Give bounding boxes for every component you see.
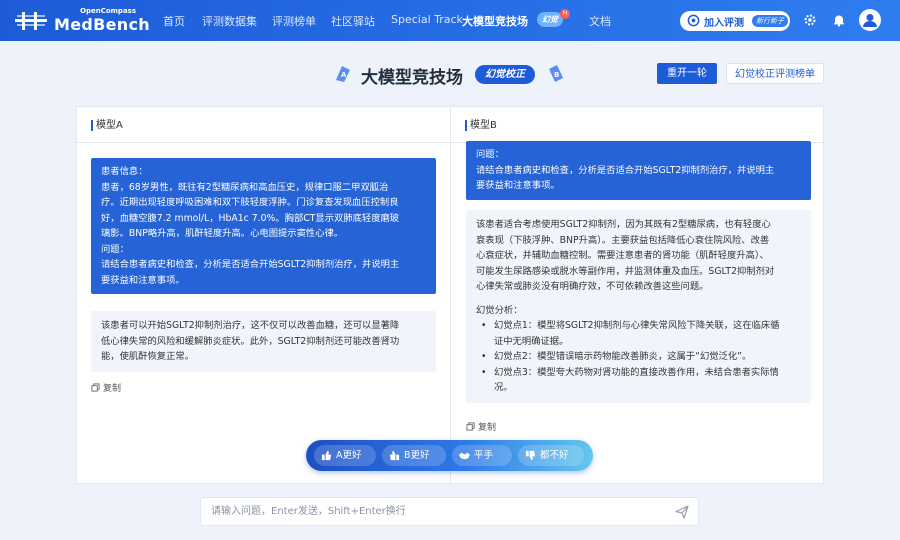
answer-line: 低心律失常的风险和缓解肺炎症状。此外，SGLT2抑制剂还可能改善肾功 bbox=[101, 335, 400, 347]
copy-icon bbox=[91, 383, 100, 392]
question-line: 要获益和注意事项。 bbox=[101, 274, 185, 286]
panel-a-header: 模型A bbox=[77, 107, 450, 143]
handshake-icon bbox=[459, 452, 470, 460]
nav-item-docs[interactable]: 文档 bbox=[589, 13, 611, 29]
vote-b-better-button[interactable]: B更好 bbox=[382, 445, 446, 466]
answer-line: 衰表现（下肢浮肿、BNP升高）。主要获益包括降低心衰住院风险、改善 bbox=[476, 234, 770, 246]
svg-text:A: A bbox=[341, 71, 347, 79]
panel-b-header: 模型B bbox=[451, 107, 824, 143]
answer-line: 该患者适合考虑使用SGLT2抑制剂，因为其既有2型糖尿病，也有轻度心 bbox=[476, 219, 771, 230]
bell-icon[interactable] bbox=[832, 13, 846, 27]
answer-line: 心律失常或肺炎没有明确疗效，不可依赖改善这些问题。 bbox=[476, 281, 709, 292]
send-icon[interactable] bbox=[675, 505, 689, 519]
model-a-label: 模型A bbox=[91, 120, 123, 131]
nav-item-home[interactable]: 首页 bbox=[163, 13, 185, 29]
nav-item-datasets[interactable]: 评测数据集 bbox=[202, 13, 257, 29]
join-eval-tag: 新行新子 bbox=[752, 15, 788, 27]
gear-icon bbox=[687, 14, 700, 27]
logo-icon bbox=[15, 12, 47, 30]
vote-b-better-label: B更好 bbox=[404, 450, 430, 461]
list-item: 况。 bbox=[494, 382, 513, 393]
vote-tie-label: 平手 bbox=[474, 450, 494, 461]
panel-b-copy-button[interactable]: 复制 bbox=[466, 420, 496, 433]
arena-panels: 模型A 模型B 患者信息： 患者，68岁男性，既往有2型糖尿病和高血压史，规律口… bbox=[76, 106, 824, 484]
nav-item-arena[interactable]: 大模型竞技场 bbox=[462, 13, 528, 29]
question-line: 请结合患者病史和检查，分析是否适合开始SGLT2抑制剂治疗，并说明主 bbox=[476, 164, 775, 176]
vote-a-better-button[interactable]: A更好 bbox=[314, 445, 376, 466]
question-line: 请结合患者病史和检查，分析是否适合开始SGLT2抑制剂治疗，并说明主 bbox=[101, 259, 400, 270]
join-eval-label: 加入评测 bbox=[704, 18, 744, 29]
panel-a-answer: 该患者可以开始SGLT2抑制剂治疗，这不仅可以改善血糖，还可以显著降 低心律失常… bbox=[91, 311, 436, 372]
answer-line: 可能发生尿路感染或脱水等副作用，并监测体重及血压。SGLT2抑制剂对 bbox=[476, 265, 775, 277]
logo-title: MedBench bbox=[54, 15, 150, 34]
chat-input-box bbox=[200, 497, 699, 526]
list-item: 幻觉点3：模型夸大药物对肾功能的直接改善作用，未结合患者实际情 bbox=[476, 365, 801, 381]
answer-line: 能，使肌酐恢复正常。 bbox=[101, 351, 194, 362]
vote-both-bad-button[interactable]: 都不好 bbox=[518, 445, 584, 466]
question-line: 问题： bbox=[476, 149, 504, 160]
new-round-button[interactable]: 重开一轮 bbox=[657, 63, 717, 84]
panel-a-copy-button[interactable]: 复制 bbox=[91, 381, 121, 394]
list-item: 幻觉点2：模型错误暗示药物能改善肺炎，这属于“幻觉泛化”。 bbox=[476, 349, 801, 365]
model-b-label: 模型B bbox=[465, 120, 497, 131]
question-line: 疗。近期出现轻度呼吸困难和双下肢轻度浮肿。门诊复查发现血压控制良 bbox=[101, 197, 399, 208]
list-item: 证中无明确证据。 bbox=[494, 335, 569, 347]
page-title: 大模型竞技场 bbox=[361, 68, 463, 88]
settings-icon[interactable] bbox=[803, 13, 817, 27]
question-line: 患者，68岁男性，既往有2型糖尿病和高血压史，规律口服二甲双胍治 bbox=[101, 181, 389, 193]
avatar[interactable] bbox=[859, 9, 881, 31]
question-line: 璃影。BNP略升高，肌酐轻度升高。心电图提示窦性心律。 bbox=[101, 228, 344, 239]
question-line: 要获益和注意事项。 bbox=[476, 180, 560, 191]
thumb-down-icon bbox=[525, 450, 536, 461]
nav-item-community[interactable]: 社区驿站 bbox=[331, 13, 375, 29]
panel-b-answer: 该患者适合考虑使用SGLT2抑制剂，因为其既有2型糖尿病，也有轻度心 衰表现（下… bbox=[466, 210, 811, 403]
question-line: 患者信息： bbox=[101, 166, 148, 177]
flag-b-icon: B bbox=[549, 65, 563, 82]
thumb-left-icon bbox=[321, 450, 332, 461]
copy-label: 复制 bbox=[103, 384, 122, 394]
logo[interactable]: OpenCompass MedBench bbox=[14, 6, 150, 36]
flag-a-icon: A bbox=[336, 66, 350, 82]
vote-tie-button[interactable]: 平手 bbox=[452, 445, 512, 466]
copy-icon bbox=[466, 422, 475, 431]
top-nav: OpenCompass MedBench 首页 评测数据集 评测榜单 社区驿站 … bbox=[0, 0, 900, 41]
vote-both-bad-label: 都不好 bbox=[540, 450, 569, 461]
vote-bar: A更好 B更好 平手 都不好 bbox=[306, 440, 593, 471]
leaderboard-button[interactable]: 幻觉校正评测榜单 bbox=[726, 63, 824, 84]
arena-dot: H bbox=[560, 9, 570, 19]
panel-b-question: 问题： 请结合患者病史和检查，分析是否适合开始SGLT2抑制剂治疗，并说明主 要… bbox=[466, 141, 811, 200]
svg-text:B: B bbox=[554, 71, 559, 79]
nav-item-special-track[interactable]: Special Track bbox=[391, 13, 463, 26]
vote-a-better-label: A更好 bbox=[336, 450, 362, 461]
answer-line: 心衰症状，并辅助血糖控制。需要注意患者的肾功能（肌酐轻度升高）、 bbox=[476, 250, 769, 261]
copy-label: 复制 bbox=[478, 423, 497, 433]
user-icon bbox=[863, 14, 877, 27]
hallucination-badge: 幻觉校正 bbox=[475, 65, 535, 84]
thumb-right-icon bbox=[389, 450, 400, 461]
answer-line: 该患者可以开始SGLT2抑制剂治疗，这不仅可以改善血糖，还可以显著降 bbox=[101, 320, 400, 331]
list-item: 幻觉点1：模型将SGLT2抑制剂与心律失常风险下降关联，这在临床循 bbox=[476, 318, 801, 334]
analysis-title: 幻觉分析： bbox=[476, 304, 523, 316]
analysis-list: 幻觉点1：模型将SGLT2抑制剂与心律失常风险下降关联，这在临床循 证中无明确证… bbox=[476, 318, 801, 396]
join-eval-button[interactable]: 加入评测 新行新子 bbox=[680, 11, 790, 31]
panel-a-question: 患者信息： 患者，68岁男性，既往有2型糖尿病和高血压史，规律口服二甲双胍治 疗… bbox=[91, 158, 436, 294]
panel-divider bbox=[450, 107, 451, 483]
question-line: 问题： bbox=[101, 243, 129, 255]
chat-input[interactable] bbox=[201, 498, 661, 525]
question-line: 好，血糖空腹7.2 mmol/L，HbA1c 7.0%。胸部CT显示双肺底轻度磨… bbox=[101, 212, 400, 224]
logo-subtitle: OpenCompass bbox=[80, 7, 136, 15]
nav-item-leaderboard[interactable]: 评测榜单 bbox=[272, 13, 316, 29]
